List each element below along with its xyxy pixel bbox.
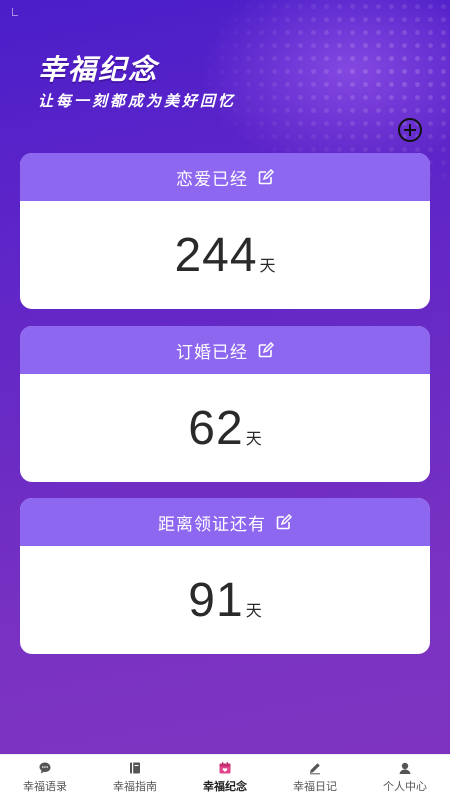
add-anniversary-button[interactable]	[398, 118, 422, 142]
edit-icon[interactable]	[258, 342, 274, 358]
card-header: 恋爱已经	[20, 153, 430, 201]
day-count: 62	[188, 401, 244, 455]
tab-anniversary[interactable]: 幸福纪念	[180, 755, 270, 800]
app-screen: 幸福纪念 让每一刻都成为美好回忆 恋爱已经 244 天 订婚已经 62 天 距离…	[0, 0, 450, 800]
card-label: 恋爱已经	[176, 169, 248, 190]
tab-label: 幸福日记	[293, 780, 337, 793]
card-body: 62 天	[20, 374, 430, 482]
anniversary-card[interactable]: 恋爱已经 244 天	[20, 153, 430, 309]
card-header: 距离领证还有	[20, 498, 430, 546]
book-icon	[130, 762, 140, 774]
calendar-icon	[219, 762, 231, 774]
card-label: 订婚已经	[176, 342, 248, 363]
edit-icon[interactable]	[276, 514, 292, 530]
day-count: 244	[174, 228, 258, 282]
tab-quotes[interactable]: 幸福语录	[0, 755, 90, 800]
tab-guide[interactable]: 幸福指南	[90, 755, 180, 800]
tab-profile[interactable]: 个人中心	[360, 755, 450, 800]
day-unit: 天	[245, 429, 262, 448]
tab-diary[interactable]: 幸福日记	[270, 755, 360, 800]
pencil-icon	[310, 763, 320, 775]
page-subtitle: 让每一刻都成为美好回忆	[38, 92, 237, 110]
tab-label: 幸福纪念	[203, 780, 247, 793]
bottom-tab-bar: 幸福语录 幸福指南 幸福纪念 幸福日记 个人中心	[0, 754, 450, 800]
tab-label: 个人中心	[383, 780, 427, 793]
page-title: 幸福纪念	[38, 53, 159, 86]
day-count: 91	[188, 573, 244, 627]
day-unit: 天	[245, 601, 262, 620]
card-body: 244 天	[20, 201, 430, 309]
anniversary-card[interactable]: 订婚已经 62 天	[20, 326, 430, 482]
status-corner-mark	[12, 8, 18, 16]
day-unit: 天	[259, 256, 276, 275]
card-body: 91 天	[20, 546, 430, 654]
user-icon	[399, 762, 411, 774]
tab-label: 幸福指南	[113, 780, 157, 793]
edit-icon[interactable]	[258, 169, 274, 185]
chat-icon	[39, 762, 51, 774]
tab-label: 幸福语录	[23, 780, 67, 793]
card-header: 订婚已经	[20, 326, 430, 374]
card-label: 距离领证还有	[158, 514, 266, 535]
anniversary-card[interactable]: 距离领证还有 91 天	[20, 498, 430, 654]
